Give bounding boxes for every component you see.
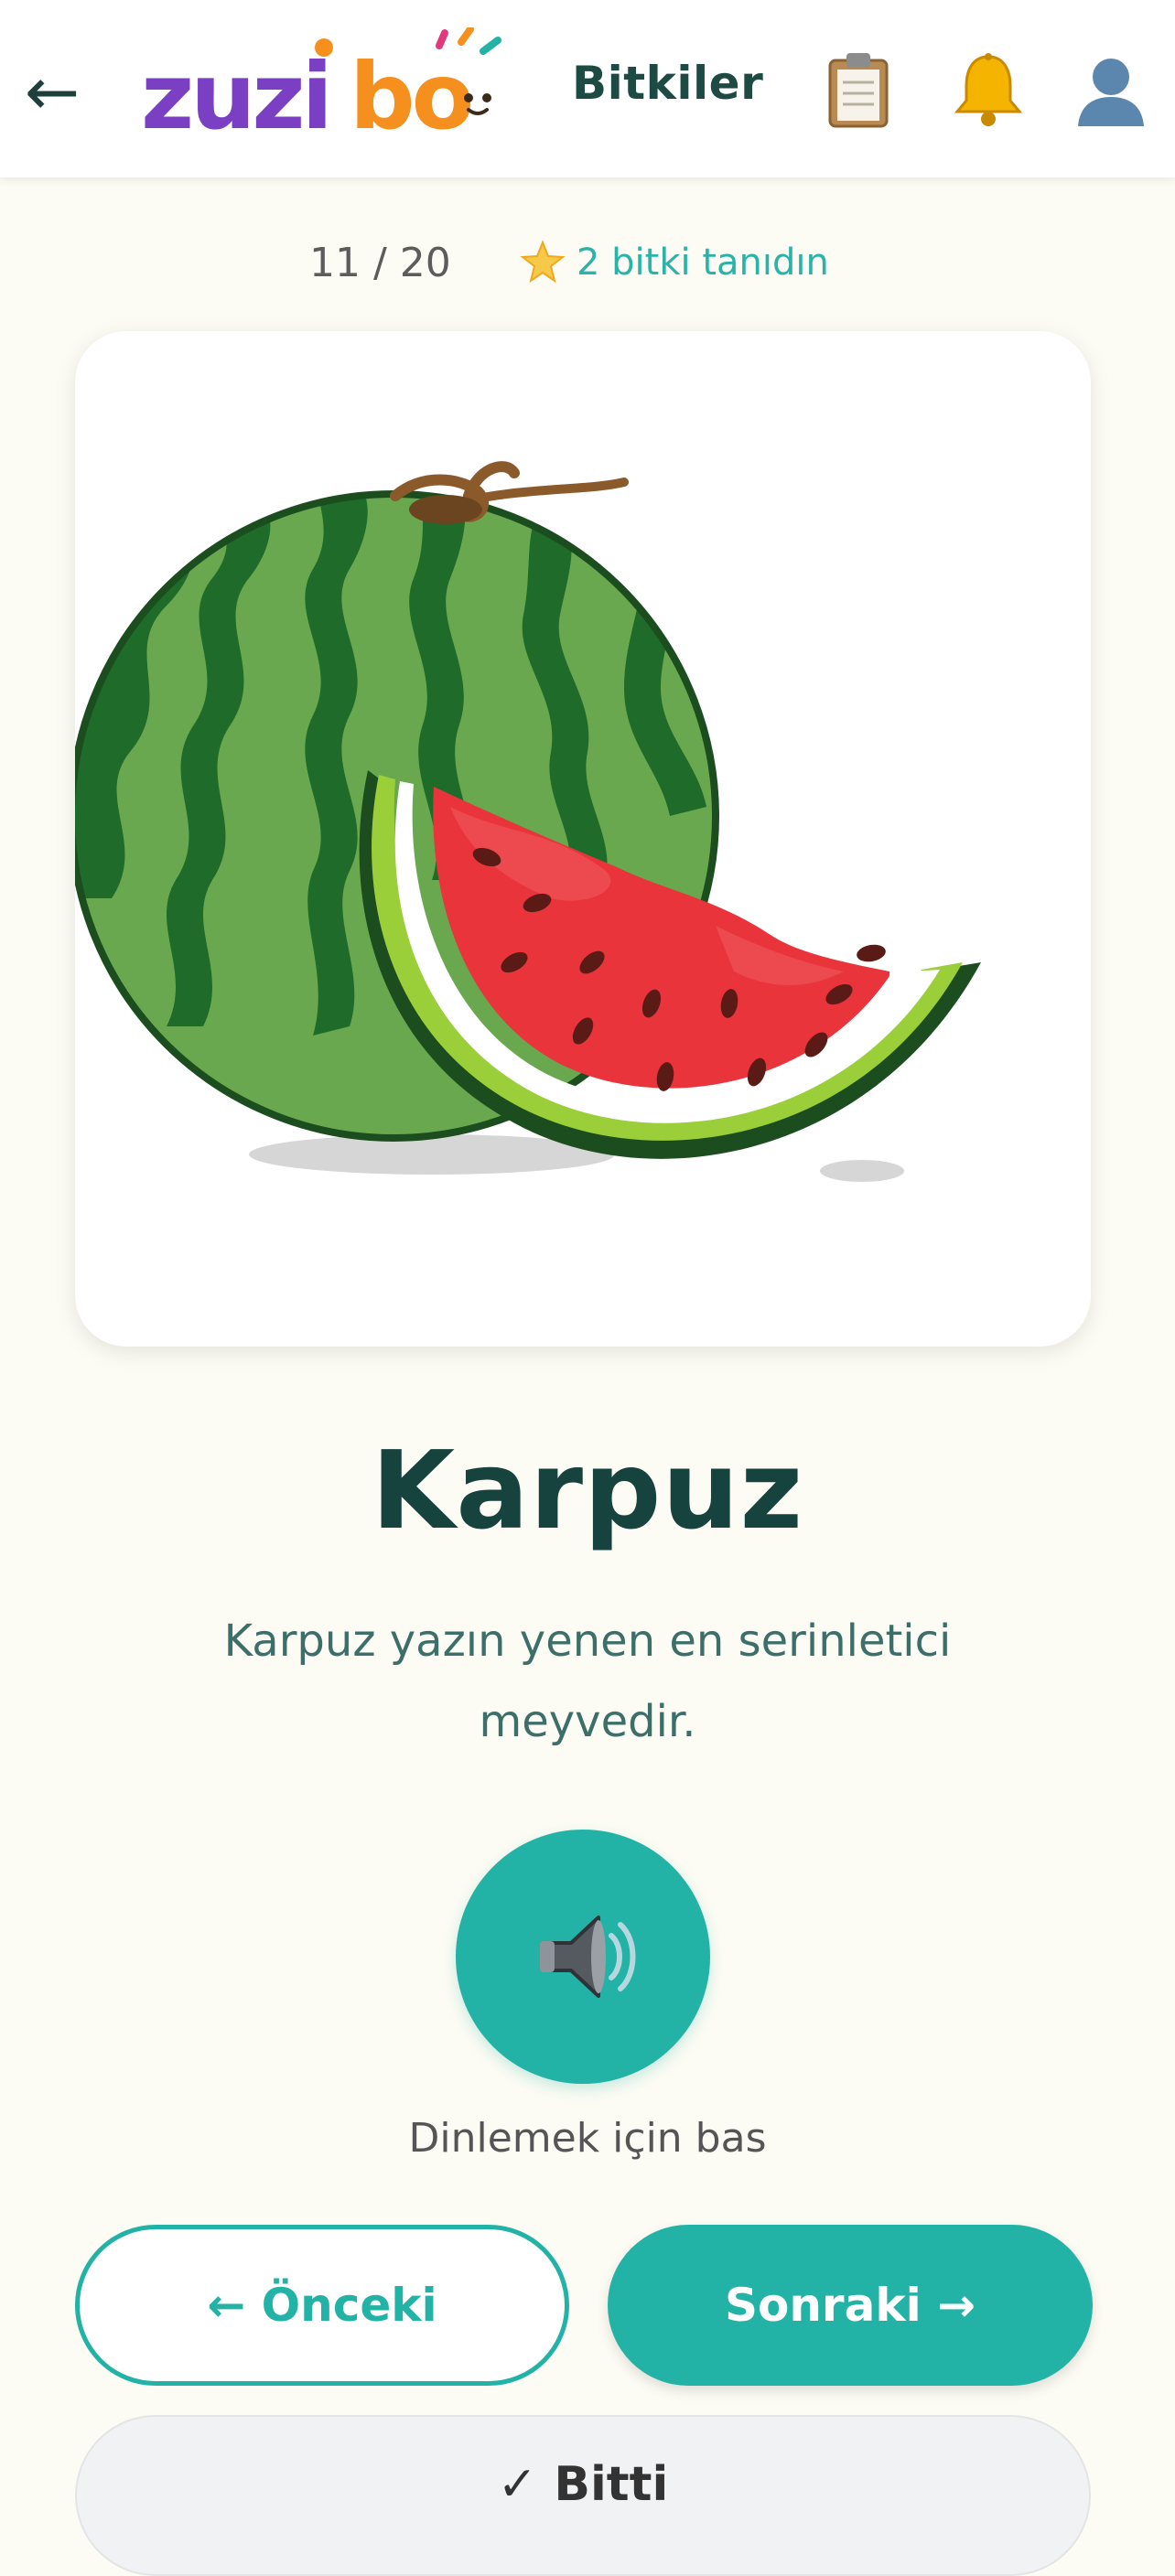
known-plants-badge: 2 bitki tanıdın bbox=[520, 240, 829, 285]
progress-counter: 11 / 20 bbox=[309, 240, 451, 286]
svg-text:zuzi: zuzi bbox=[141, 43, 329, 146]
listen-hint: Dinlemek için bas bbox=[408, 2115, 767, 2162]
plant-image-card bbox=[75, 331, 1091, 1347]
clipboard-icon bbox=[828, 53, 889, 128]
play-audio-button[interactable] bbox=[456, 1830, 710, 2084]
profile-button[interactable] bbox=[1065, 44, 1157, 135]
known-plants-label: 2 bitki tanıdın bbox=[577, 242, 829, 284]
back-button[interactable]: ← bbox=[11, 48, 93, 135]
next-button[interactable]: Sonraki → bbox=[608, 2225, 1093, 2386]
arrow-left-icon: ← bbox=[24, 53, 81, 130]
page-title: Bitkiler bbox=[572, 57, 764, 110]
app-header: ← zuzi bo Bitkiler bbox=[0, 0, 1175, 177]
done-button[interactable]: ✓ Bitti bbox=[75, 2415, 1091, 2576]
previous-button[interactable]: ← Önceki bbox=[75, 2225, 569, 2386]
plant-description: Karpuz yazın yenen en serinletici meyved… bbox=[223, 1615, 952, 1747]
bell-icon bbox=[954, 53, 1023, 126]
watermelon-illustration bbox=[75, 461, 982, 1182]
speaker-icon bbox=[540, 1916, 636, 1998]
zuzibo-logo[interactable]: zuzi bo bbox=[137, 27, 522, 146]
user-icon bbox=[1078, 59, 1144, 126]
svg-text:bo: bo bbox=[350, 43, 471, 146]
clipboard-button[interactable] bbox=[813, 44, 904, 135]
star-icon bbox=[520, 240, 566, 284]
plant-name: Karpuz bbox=[371, 1427, 804, 1553]
notifications-button[interactable] bbox=[943, 44, 1034, 135]
